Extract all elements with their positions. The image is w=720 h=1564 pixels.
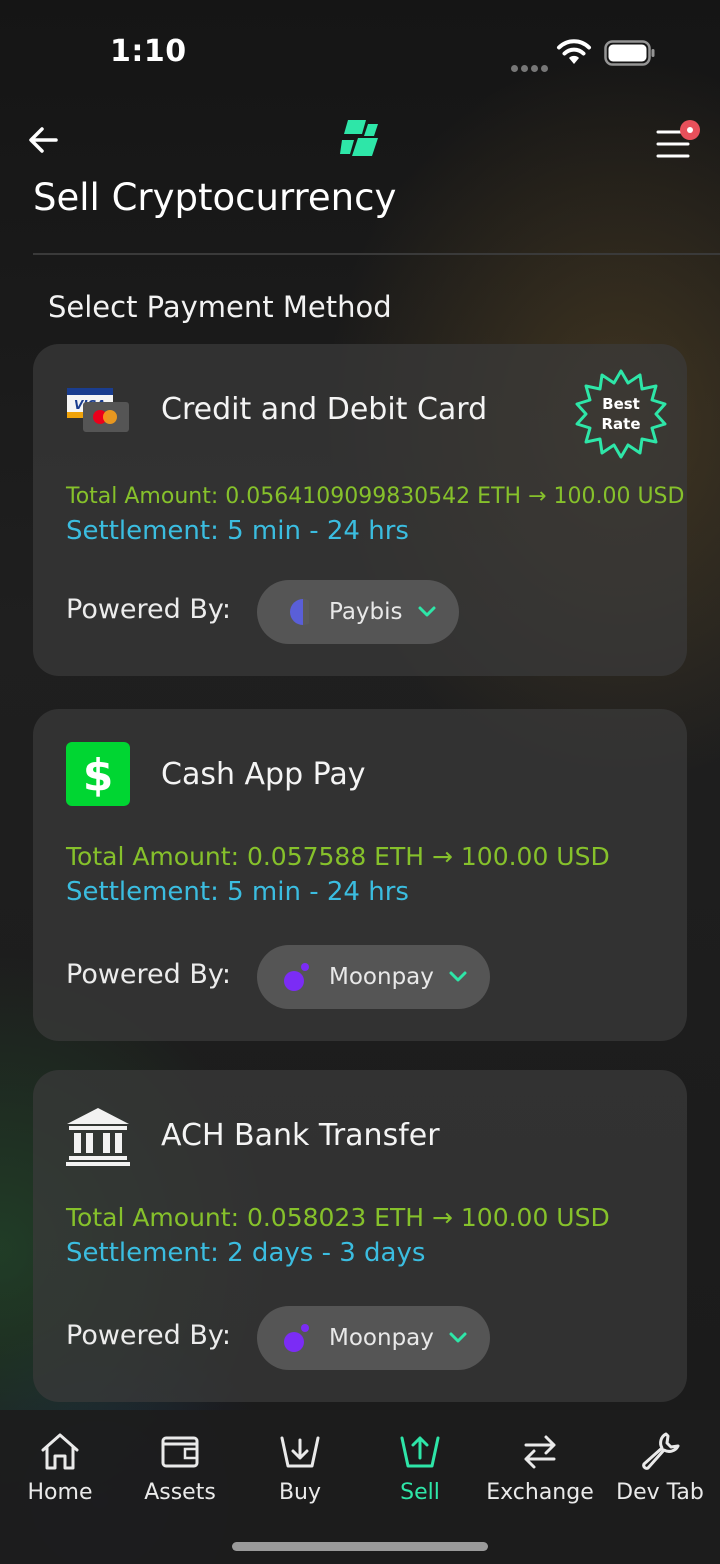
powered-by-label: Powered By:	[66, 1320, 232, 1351]
back-arrow-icon[interactable]	[26, 122, 62, 158]
best-rate-badge: Best Rate	[575, 394, 667, 434]
home-indicator[interactable]	[232, 1542, 488, 1551]
tab-exchange[interactable]: Exchange	[480, 1430, 600, 1505]
provider-dropdown[interactable]: Moonpay	[257, 945, 490, 1009]
total-amount: Total Amount: 0.0564109099830542 ETH → 1…	[66, 484, 685, 509]
moonpay-logo-icon	[284, 963, 309, 991]
settlement-time: Settlement: 5 min - 24 hrs	[66, 877, 409, 907]
notification-badge	[680, 120, 700, 140]
card-title: Credit and Debit Card	[161, 392, 488, 427]
settlement-time: Settlement: 2 days - 3 days	[66, 1238, 426, 1268]
sell-icon	[400, 1436, 440, 1468]
bottom-tab-bar: Home Assets Buy Sell Exchange Dev Tab	[0, 1410, 720, 1564]
bank-icon	[66, 1108, 130, 1166]
app-logo-icon	[340, 120, 378, 156]
payment-card-cash-app[interactable]: $ Cash App Pay Total Amount: 0.057588 ET…	[33, 709, 687, 1041]
tab-label: Sell	[400, 1480, 440, 1505]
paybis-logo-icon	[290, 599, 309, 625]
app-header	[0, 110, 720, 170]
menu-button[interactable]	[654, 118, 700, 162]
chevron-down-icon	[418, 606, 436, 617]
signal-icon	[511, 57, 551, 76]
home-icon	[41, 1433, 79, 1470]
tab-sell[interactable]: Sell	[360, 1430, 480, 1505]
chevron-down-icon	[449, 1332, 467, 1343]
payment-card-credit-debit[interactable]: VISA Credit and Debit Card Best Rate Tot…	[33, 344, 687, 676]
section-title: Select Payment Method	[48, 290, 392, 324]
total-amount: Total Amount: 0.057588 ETH → 100.00 USD	[66, 842, 610, 871]
badge-line1: Best	[602, 395, 640, 413]
settlement-time: Settlement: 5 min - 24 hrs	[66, 516, 409, 546]
battery-icon	[604, 40, 655, 66]
exchange-icon	[524, 1435, 556, 1469]
buy-icon	[280, 1436, 320, 1468]
powered-by-label: Powered By:	[66, 959, 232, 990]
provider-name: Moonpay	[329, 964, 434, 990]
chevron-down-icon	[449, 971, 467, 982]
card-title: Cash App Pay	[161, 757, 366, 792]
tab-label: Buy	[278, 1480, 322, 1505]
powered-by-label: Powered By:	[66, 594, 232, 625]
tab-dev[interactable]: Dev Tab	[600, 1430, 720, 1505]
total-amount: Total Amount: 0.058023 ETH → 100.00 USD	[66, 1203, 610, 1232]
tab-assets[interactable]: Assets	[120, 1430, 240, 1505]
moonpay-logo-icon	[284, 1324, 309, 1352]
tab-label: Dev Tab	[616, 1480, 704, 1505]
visa-mastercard-icon: VISA	[67, 388, 129, 432]
card-title: ACH Bank Transfer	[161, 1118, 440, 1153]
wrench-icon	[642, 1432, 680, 1470]
payment-card-ach-bank[interactable]: ACH Bank Transfer Total Amount: 0.058023…	[33, 1070, 687, 1402]
tab-label: Home	[27, 1480, 93, 1505]
badge-line2: Rate	[601, 415, 641, 433]
divider	[33, 253, 720, 255]
tab-home[interactable]: Home	[0, 1430, 120, 1505]
wallet-icon	[161, 1436, 199, 1468]
cash-app-icon: $	[66, 742, 130, 806]
page-title: Sell Cryptocurrency	[33, 176, 397, 219]
provider-name: Moonpay	[329, 1325, 434, 1351]
tab-label: Exchange	[486, 1480, 594, 1505]
provider-dropdown[interactable]: Moonpay	[257, 1306, 490, 1370]
status-bar: 1:10	[0, 0, 720, 100]
wifi-icon	[557, 39, 591, 64]
provider-dropdown[interactable]: Paybis	[257, 580, 459, 644]
svg-text:$: $	[83, 750, 114, 801]
status-time: 1:10	[110, 34, 187, 69]
tab-buy[interactable]: Buy	[240, 1430, 360, 1505]
provider-name: Paybis	[329, 599, 403, 625]
tab-label: Assets	[144, 1480, 216, 1505]
